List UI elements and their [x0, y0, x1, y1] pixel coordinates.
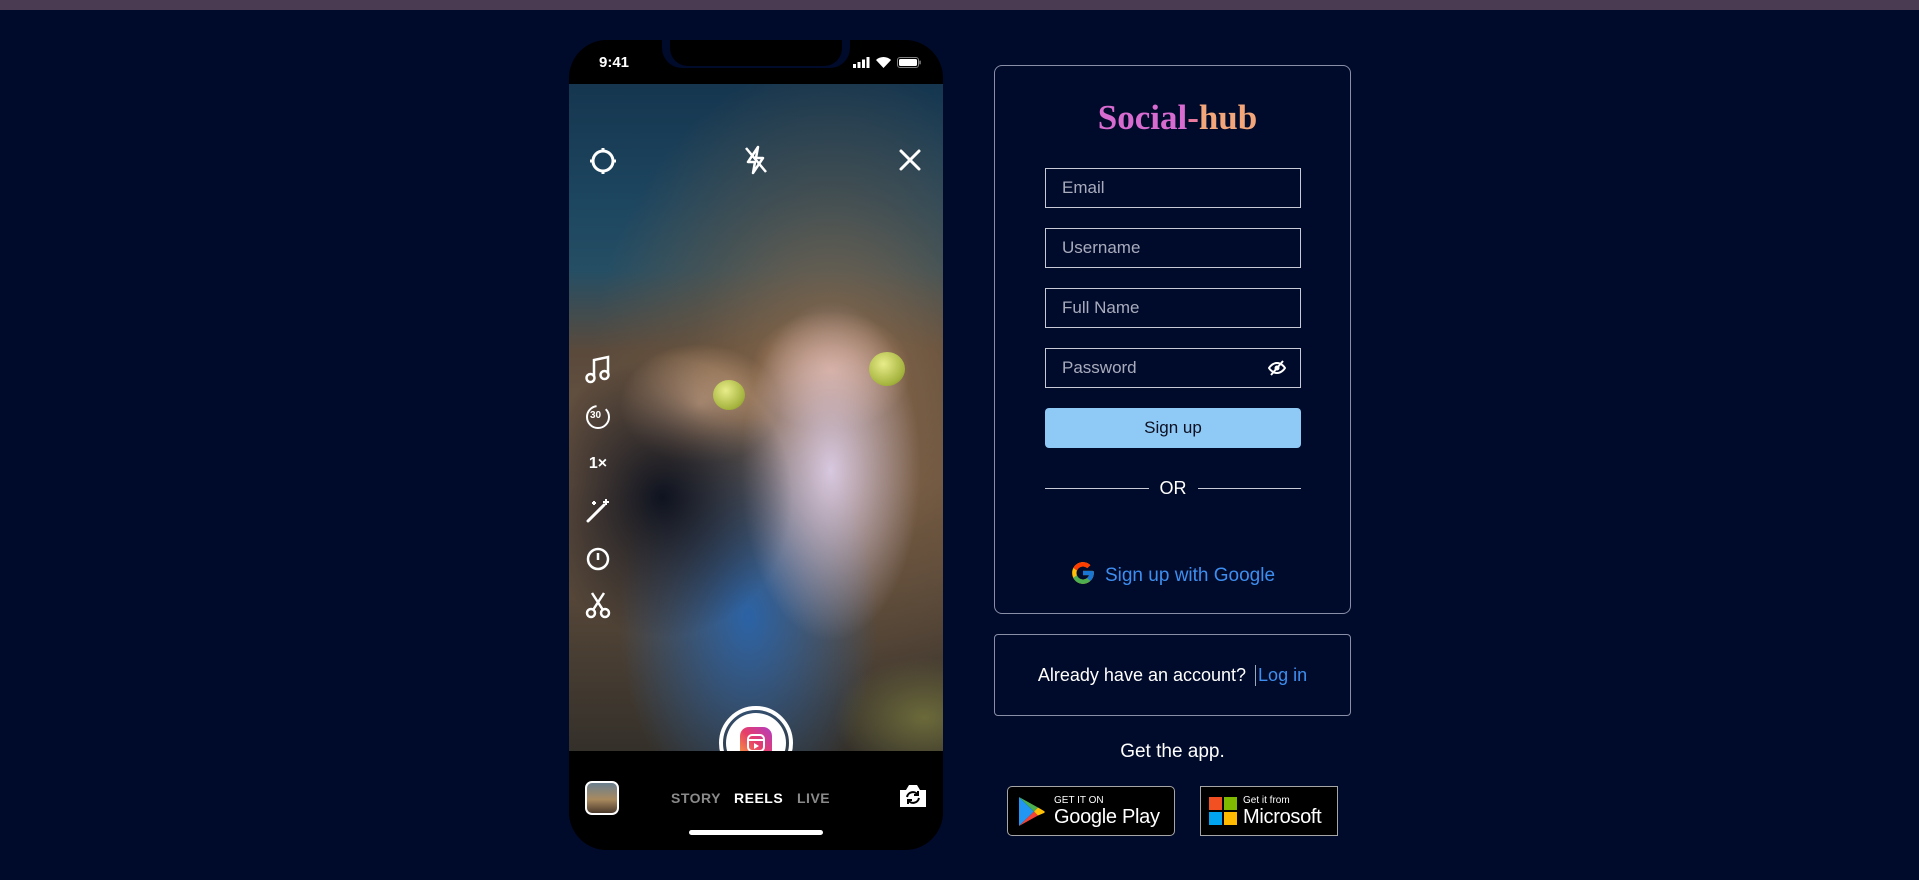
settings-gear-icon[interactable]: [588, 146, 618, 181]
mode-story[interactable]: STORY: [671, 790, 721, 806]
or-divider: OR: [1045, 478, 1301, 498]
password-field-wrapper: [1045, 348, 1301, 388]
login-prompt: Already have an account?: [1037, 664, 1247, 685]
timer-30-icon[interactable]: 30: [583, 393, 613, 440]
home-indicator: [689, 830, 823, 835]
google-play-small-text: GET IT ON: [1054, 794, 1104, 806]
flash-off-icon[interactable]: [741, 144, 771, 181]
google-play-icon: [1018, 796, 1046, 827]
divider-line-left: [1045, 487, 1149, 489]
fullname-field-wrapper: [1045, 288, 1301, 328]
email-field[interactable]: [1046, 169, 1300, 207]
username-field-wrapper: [1045, 228, 1301, 268]
fullname-field[interactable]: [1046, 289, 1300, 327]
login-link[interactable]: Log in: [1255, 664, 1307, 686]
logo-part-2: -: [1187, 98, 1199, 137]
brand-logo: Social-hub: [995, 98, 1350, 138]
mode-reels[interactable]: REELS: [734, 790, 783, 806]
logo-part-3: hub: [1198, 98, 1258, 137]
countdown-icon[interactable]: [583, 534, 613, 581]
effects-wand-icon[interactable]: [583, 487, 613, 534]
timer-30-label: 30: [590, 410, 602, 421]
window-top-bar: [0, 0, 1919, 10]
eye-slash-icon[interactable]: [1267, 360, 1287, 381]
google-play-badge[interactable]: GET IT ON Google Play: [1007, 786, 1175, 836]
side-tools: 30 1×: [583, 346, 613, 628]
or-text: OR: [1159, 477, 1187, 498]
speed-icon[interactable]: 1×: [583, 440, 613, 487]
google-logo-icon: [1070, 560, 1096, 592]
gallery-thumbnail[interactable]: [585, 781, 619, 815]
password-field[interactable]: [1046, 349, 1300, 387]
music-icon[interactable]: [583, 346, 613, 393]
get-app-text: Get the app.: [1120, 741, 1225, 762]
login-card: Already have an account? Log in: [994, 634, 1351, 716]
google-play-big-text: Google Play: [1054, 805, 1160, 828]
status-time: 9:41: [599, 54, 630, 71]
signal-icon: [853, 55, 870, 73]
speed-label: 1×: [588, 454, 608, 472]
microsoft-store-badge[interactable]: Get it from Microsoft: [1200, 786, 1338, 836]
email-field-wrapper: [1045, 168, 1301, 208]
microsoft-big-text: Microsoft: [1243, 805, 1322, 828]
google-signup-link[interactable]: Sign up with Google: [995, 560, 1350, 592]
battery-icon: [897, 55, 921, 73]
apple-right: [869, 352, 905, 386]
username-field[interactable]: [1046, 229, 1300, 267]
status-icons: [853, 55, 921, 73]
apple-left: [713, 380, 745, 410]
camera-preview-photo: 30 1×: [569, 84, 943, 780]
flip-camera-icon[interactable]: [897, 781, 929, 816]
wifi-icon: [876, 55, 891, 73]
microsoft-logo-icon: [1209, 797, 1237, 825]
divider-line-right: [1197, 487, 1301, 489]
signup-button[interactable]: Sign up: [1045, 408, 1301, 448]
logo-part-1: Social: [1097, 98, 1188, 137]
camera-bottom-bar: STORY REELS LIVE: [569, 751, 943, 850]
trim-scissors-icon[interactable]: [583, 581, 613, 628]
phone-notch: [670, 40, 842, 66]
google-signup-text: Sign up with Google: [1104, 565, 1276, 586]
signup-card: Social-hub Sign up OR Sign up with Googl…: [994, 65, 1351, 614]
microsoft-small-text: Get it from: [1243, 794, 1290, 806]
mode-live[interactable]: LIVE: [797, 790, 830, 806]
phone-mockup: 30 1× 9:41 STORY REELS LIVE: [569, 40, 943, 850]
close-icon[interactable]: [897, 147, 923, 178]
